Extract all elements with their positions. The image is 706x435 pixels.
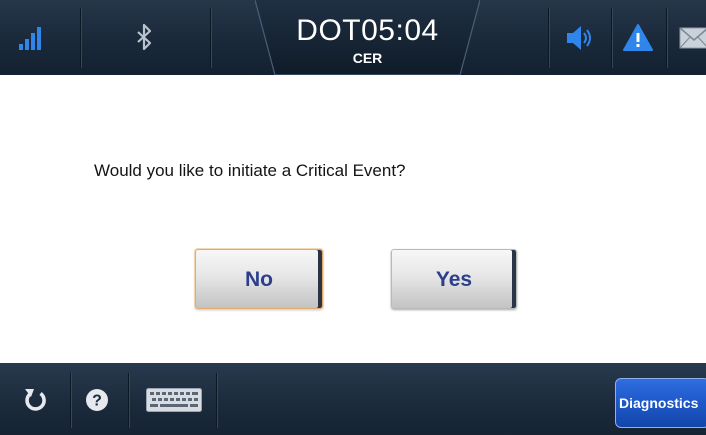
- divider: [548, 8, 549, 68]
- svg-text:?: ?: [92, 393, 102, 410]
- diagnostics-button[interactable]: Diagnostics: [615, 378, 706, 428]
- divider: [216, 373, 217, 428]
- speaker-icon[interactable]: [563, 20, 603, 56]
- bluetooth-icon[interactable]: [128, 20, 168, 56]
- dialog-question: Would you like to initiate a Critical Ev…: [94, 161, 406, 180]
- clock-time: DOT05:04: [296, 14, 439, 47]
- envelope-icon[interactable]: [676, 20, 706, 56]
- clock-tab: DOT05:04 CER: [255, 0, 480, 75]
- divider: [611, 8, 612, 68]
- no-button[interactable]: No: [195, 249, 323, 309]
- warning-icon[interactable]: [620, 20, 660, 56]
- keyboard-icon[interactable]: [146, 388, 202, 417]
- help-icon[interactable]: ?: [84, 387, 110, 418]
- bottom-toolbar: ? Diagnostics: [0, 363, 706, 435]
- divider: [80, 8, 81, 68]
- divider: [666, 8, 667, 68]
- clock-subtitle: CER: [352, 50, 383, 66]
- divider: [128, 373, 129, 428]
- signal-bars-icon[interactable]: [17, 20, 57, 56]
- yes-button[interactable]: Yes: [391, 249, 517, 309]
- refresh-icon[interactable]: [22, 385, 48, 420]
- divider: [210, 8, 211, 68]
- divider: [70, 373, 71, 428]
- status-bar: DOT05:04 CER: [0, 0, 706, 75]
